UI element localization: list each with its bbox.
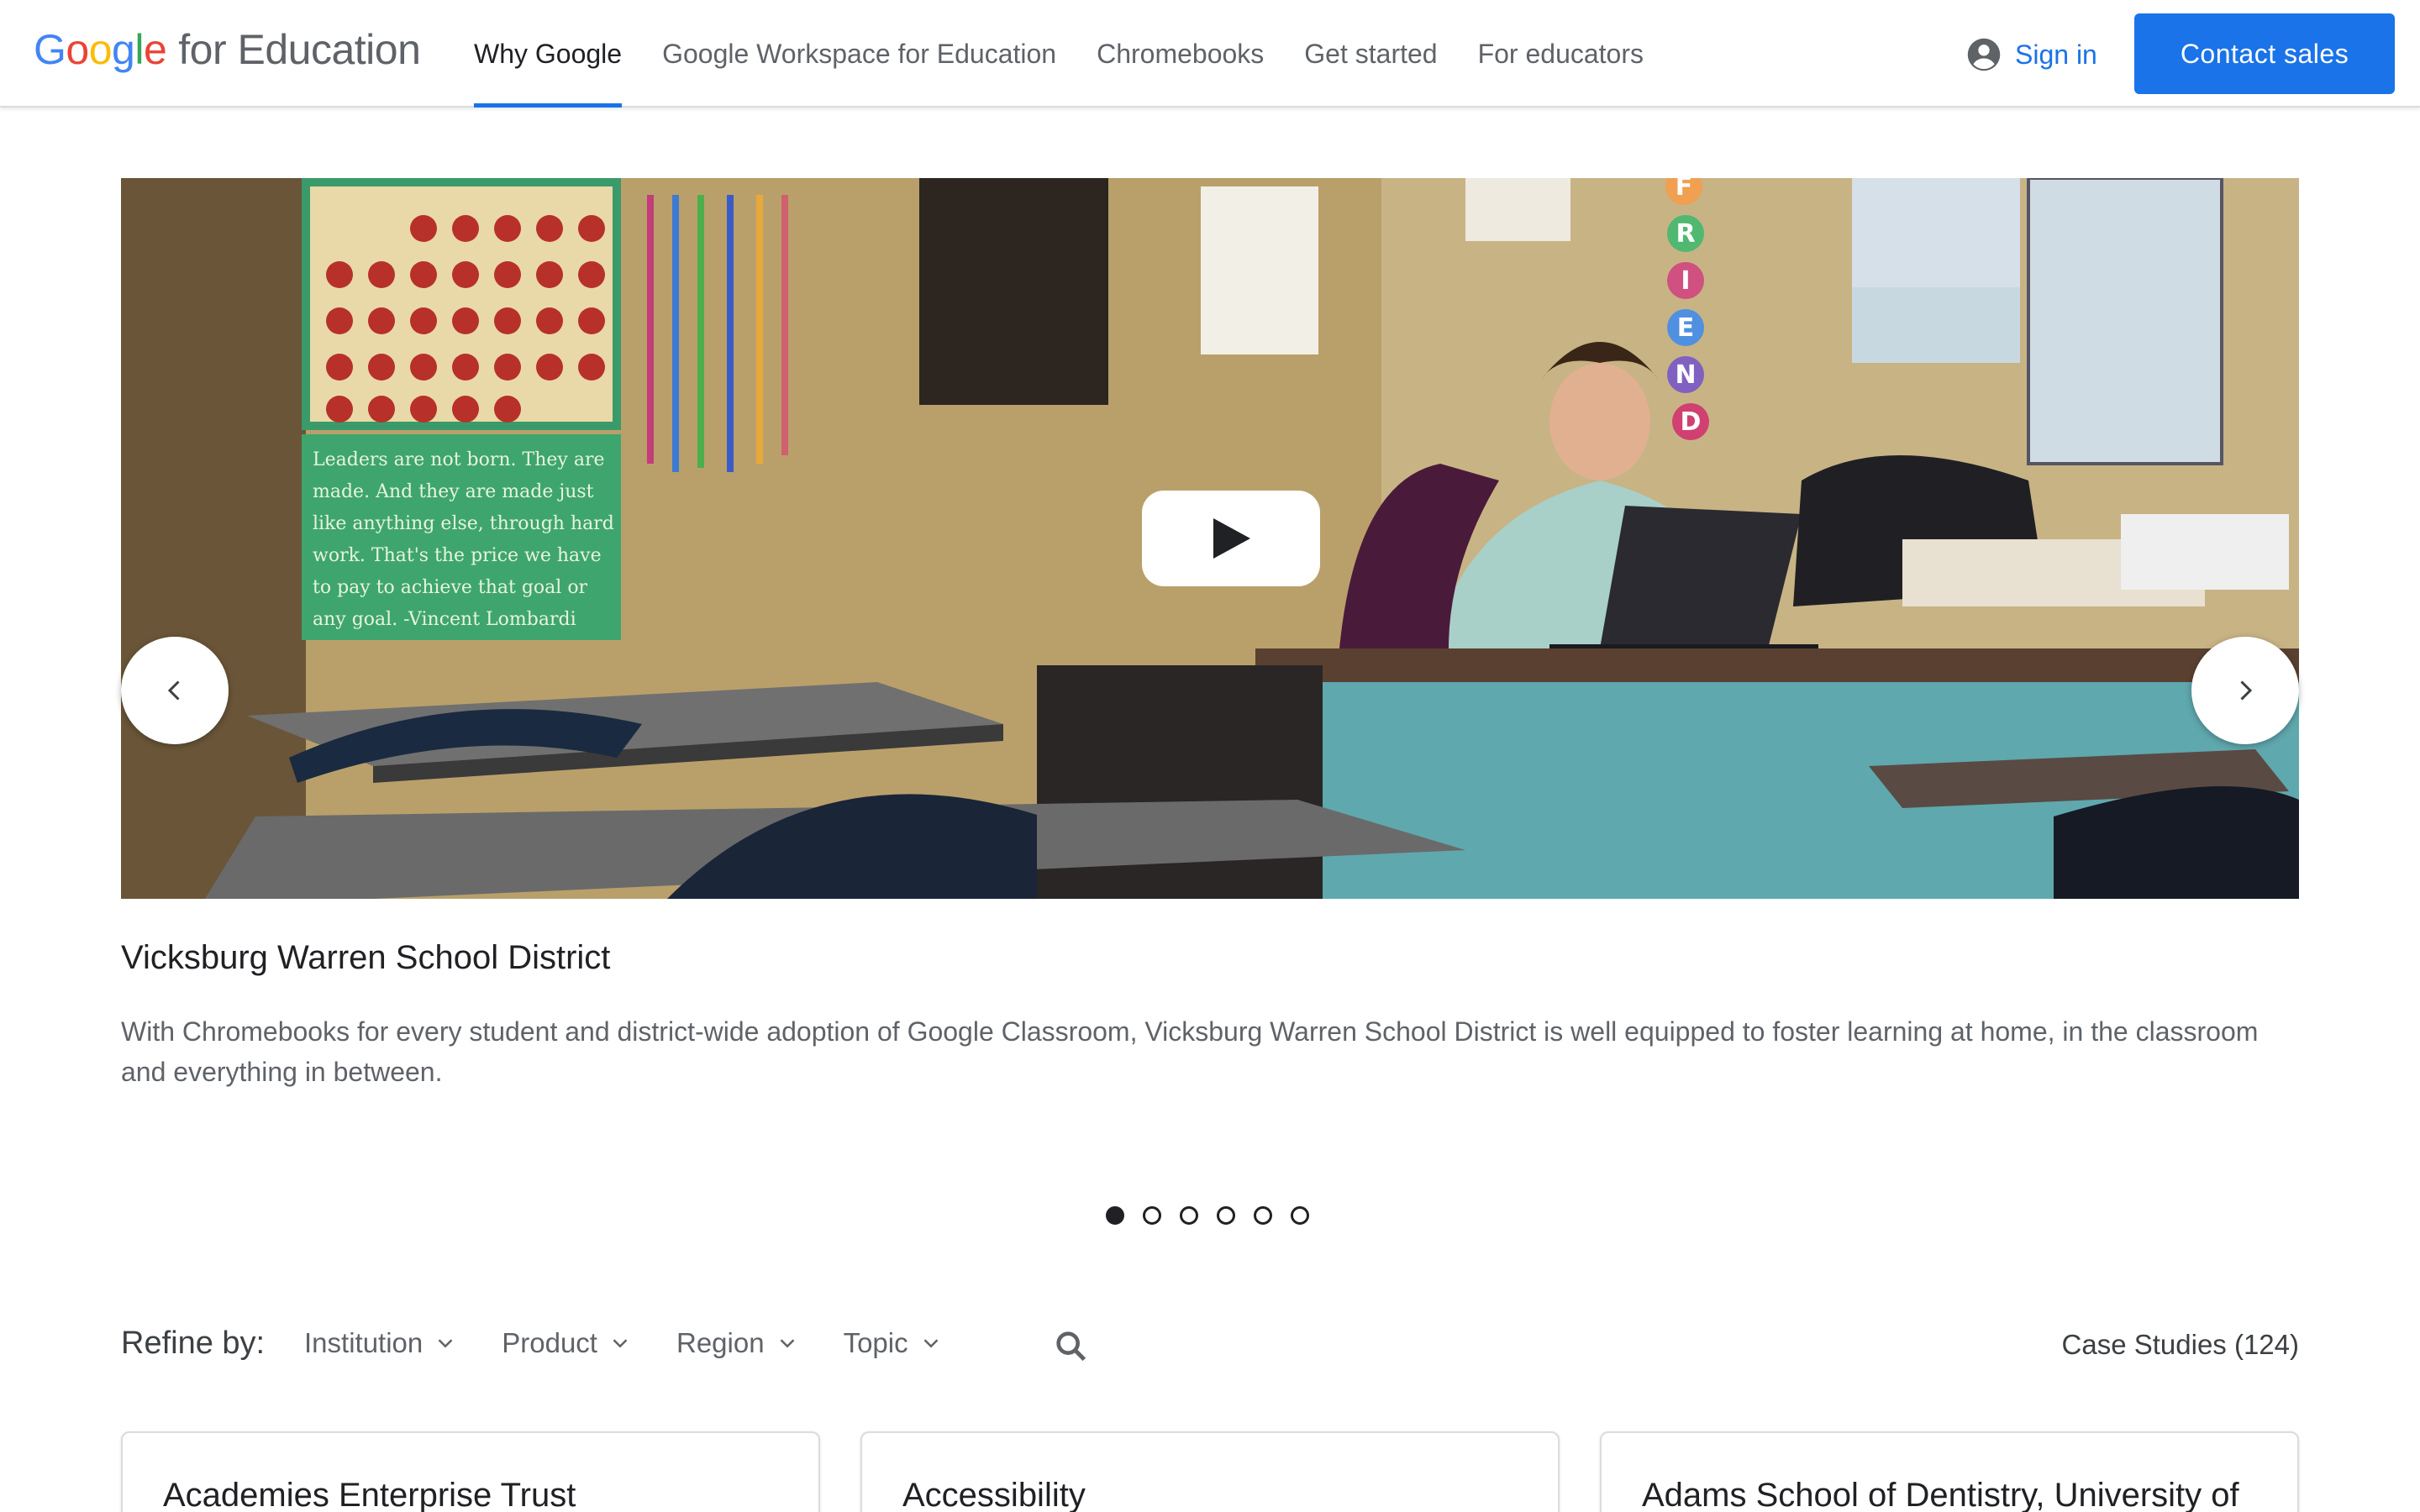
carousel-pagination bbox=[1106, 1206, 1328, 1225]
card-title: Academies Enterprise Trust bbox=[163, 1477, 576, 1512]
chevron-down-icon bbox=[923, 1339, 938, 1348]
nav-why-google[interactable]: Why Google bbox=[474, 0, 623, 108]
logo-suffix: for Education bbox=[178, 26, 421, 73]
sign-in-label: Sign in bbox=[2015, 39, 2097, 70]
carousel-dot-4[interactable] bbox=[1217, 1206, 1235, 1225]
alphabet-letter-n: N bbox=[1675, 360, 1696, 390]
card-title: Accessibility bbox=[902, 1477, 1086, 1512]
carousel-dot-3[interactable] bbox=[1180, 1206, 1198, 1225]
filter-product[interactable]: Product bbox=[502, 1327, 633, 1359]
play-icon bbox=[1213, 518, 1250, 559]
alphabet-letter-e: E bbox=[1677, 313, 1695, 343]
chevron-down-icon bbox=[613, 1339, 628, 1348]
carousel-dot-5[interactable] bbox=[1254, 1206, 1272, 1225]
carousel-prev-button[interactable] bbox=[121, 637, 229, 744]
poster-quote-line-4: work. That's the price we have bbox=[313, 545, 602, 566]
refine-label: Refine by: bbox=[121, 1326, 266, 1361]
nav-google-workspace[interactable]: Google Workspace for Education bbox=[662, 0, 1056, 108]
case-studies-count: Case Studies (124) bbox=[2061, 1329, 2299, 1360]
filter-product-label: Product bbox=[502, 1327, 597, 1358]
site-header: Google for Education Why Google Google W… bbox=[0, 0, 2420, 108]
carousel-next-button[interactable] bbox=[2191, 637, 2299, 744]
main-nav: Why Google Google Workspace for Educatio… bbox=[454, 0, 1664, 108]
case-study-card[interactable]: Accessibility bbox=[860, 1431, 1560, 1512]
card-title: Adams School of Dentistry, University of bbox=[1642, 1477, 2239, 1512]
nav-chromebooks[interactable]: Chromebooks bbox=[1097, 0, 1264, 108]
alphabet-letter-f: F bbox=[1676, 178, 1693, 202]
filter-topic[interactable]: Topic bbox=[844, 1327, 944, 1359]
poster-quote-line-5: to pay to achieve that goal or bbox=[313, 577, 588, 598]
story-title: Vicksburg Warren School District bbox=[121, 939, 611, 976]
alphabet-letter-r: R bbox=[1676, 219, 1695, 249]
search-icon bbox=[1056, 1331, 1086, 1362]
filter-region[interactable]: Region bbox=[676, 1327, 800, 1359]
nav-for-educators[interactable]: For educators bbox=[1478, 0, 1644, 108]
nav-get-started[interactable]: Get started bbox=[1304, 0, 1437, 108]
carousel-dot-2[interactable] bbox=[1143, 1206, 1161, 1225]
filter-bar: Institution Product Region Topic bbox=[304, 1327, 987, 1359]
play-video-button[interactable] bbox=[1142, 491, 1320, 586]
chevron-left-icon bbox=[167, 680, 180, 701]
chevron-down-icon bbox=[780, 1339, 794, 1348]
carousel-dot-1[interactable] bbox=[1106, 1206, 1124, 1225]
poster-quote-line-2: made. And they are made just bbox=[313, 481, 594, 502]
filter-topic-label: Topic bbox=[843, 1327, 908, 1358]
google-for-education-logo[interactable]: Google for Education bbox=[34, 25, 421, 76]
logo-brand: Google bbox=[34, 26, 167, 73]
hero-video[interactable]: Leaders are not born. They are made. And… bbox=[121, 178, 2299, 899]
filter-region-label: Region bbox=[676, 1327, 765, 1358]
poster-quote-line-3: like anything else, through hard bbox=[313, 513, 614, 534]
story-description: With Chromebooks for every student and d… bbox=[121, 1016, 2259, 1087]
case-study-card[interactable]: Academies Enterprise Trust bbox=[121, 1431, 820, 1512]
filter-institution-label: Institution bbox=[304, 1327, 424, 1358]
alphabet-letter-d: D bbox=[1681, 407, 1702, 437]
chevron-down-icon bbox=[438, 1339, 453, 1348]
chevron-right-icon bbox=[2240, 680, 2253, 701]
filter-institution[interactable]: Institution bbox=[304, 1327, 458, 1359]
poster-quote-line-1: Leaders are not born. They are bbox=[313, 449, 604, 470]
contact-sales-button[interactable]: Contact sales bbox=[2134, 13, 2395, 94]
case-study-card[interactable]: Adams School of Dentistry, University of bbox=[1600, 1431, 2299, 1512]
account-circle-icon bbox=[1967, 38, 2001, 71]
search-button[interactable] bbox=[1052, 1327, 1091, 1366]
sign-in-link[interactable]: Sign in bbox=[1966, 34, 2097, 76]
alphabet-letter-i: I bbox=[1681, 266, 1690, 296]
poster-quote-line-6: any goal. -Vincent Lombardi bbox=[313, 609, 576, 630]
carousel-dot-6[interactable] bbox=[1291, 1206, 1309, 1225]
